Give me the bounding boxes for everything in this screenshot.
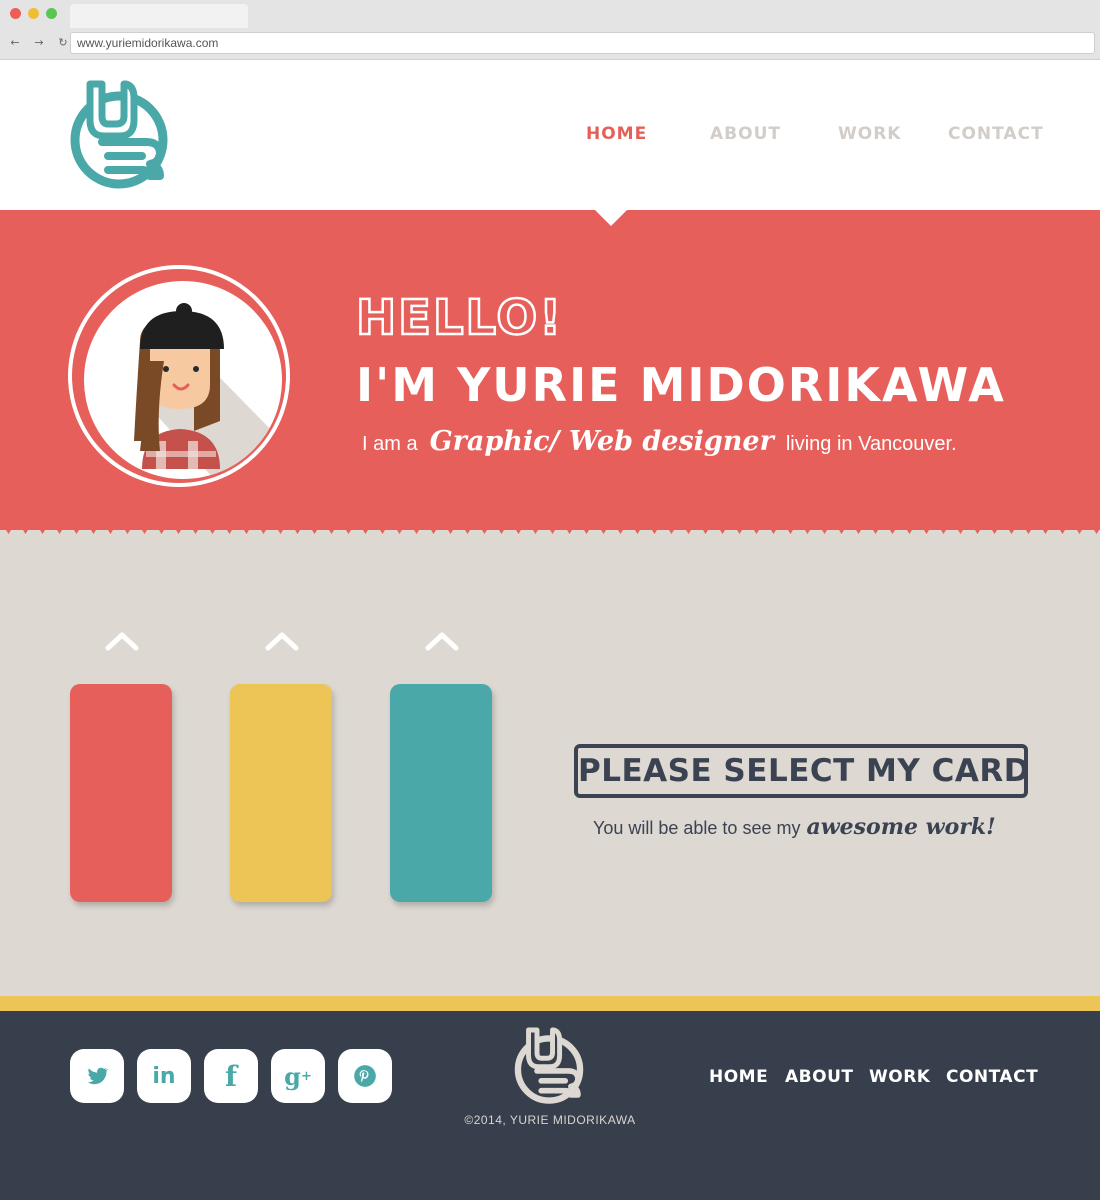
card-red[interactable] — [70, 684, 172, 902]
subtext-highlight: awesome work! — [806, 814, 996, 840]
footer-nav-home[interactable]: HOME — [709, 1067, 785, 1087]
reload-icon[interactable]: ↻ — [56, 36, 70, 50]
minimize-window-button[interactable] — [28, 8, 39, 19]
footer-nav-about[interactable]: ABOUT — [785, 1067, 869, 1087]
browser-nav-buttons: ← → ↻ — [8, 36, 70, 50]
nav-about[interactable]: ABOUT — [710, 124, 838, 144]
girl-illustration-icon — [134, 303, 282, 479]
hero-greeting: HELLO! — [356, 289, 563, 344]
select-card-subtext: You will be able to see my awesome work! — [593, 814, 996, 840]
browser-tab[interactable] — [70, 4, 248, 28]
card-slot-3 — [390, 630, 494, 902]
google-plus-icon[interactable]: g + — [271, 1049, 325, 1103]
close-window-button[interactable] — [10, 8, 21, 19]
nav-work[interactable]: WORK — [838, 124, 948, 144]
hero-tagline: I am a Graphic/ Web designer living in V… — [362, 426, 957, 457]
site-header: HOME ABOUT WORK CONTACT — [0, 60, 1100, 210]
window-controls — [10, 8, 57, 19]
select-card-prompt: PLEASE SELECT MY CARD — [574, 744, 1030, 798]
tagline-highlight: Graphic/ Web designer — [429, 426, 774, 457]
card-yellow[interactable] — [230, 684, 332, 902]
card-slot-1 — [70, 630, 174, 902]
pinterest-icon[interactable] — [338, 1049, 392, 1103]
chevron-up-icon[interactable] — [425, 630, 459, 652]
twitter-icon[interactable] — [70, 1049, 124, 1103]
footer-nav: HOME ABOUT WORK CONTACT — [709, 1067, 1038, 1087]
tagline-suffix: living in Vancouver. — [785, 433, 957, 455]
facebook-icon[interactable]: f — [204, 1049, 258, 1103]
subtext-prefix: You will be able to see my — [593, 818, 801, 838]
site-footer: in f g + ©2014, YURIE MIDORIKAWA HOME ABO… — [0, 1011, 1100, 1200]
nav-home[interactable]: HOME — [586, 124, 710, 144]
copyright-text: ©2014, YURIE MIDORIKAWA — [464, 1113, 636, 1127]
footer-nav-contact[interactable]: CONTACT — [946, 1067, 1038, 1087]
chevron-up-icon[interactable] — [265, 630, 299, 652]
card-teal[interactable] — [390, 684, 492, 902]
maximize-window-button[interactable] — [46, 8, 57, 19]
cards-section: PLEASE SELECT MY CARD You will be able t… — [0, 530, 1100, 996]
footer-nav-work[interactable]: WORK — [869, 1067, 946, 1087]
social-links: in f g + — [70, 1049, 392, 1103]
svg-text:HELLO!: HELLO! — [356, 290, 563, 344]
browser-chrome: ← → ↻ www.yuriemidorikawa.com — [0, 0, 1100, 60]
address-bar[interactable]: www.yuriemidorikawa.com — [70, 32, 1095, 54]
footer-stripe — [0, 996, 1100, 1011]
arrow-right-icon[interactable]: → — [32, 36, 46, 50]
zigzag-divider — [0, 520, 1100, 534]
card-slot-2 — [230, 630, 334, 902]
nav-indicator-notch — [595, 210, 627, 226]
chevron-up-icon[interactable] — [105, 630, 139, 652]
nav-contact[interactable]: CONTACT — [948, 124, 1044, 144]
main-nav: HOME ABOUT WORK CONTACT — [586, 124, 1044, 144]
avatar — [68, 265, 290, 487]
yb-logo-icon[interactable] — [513, 1027, 585, 1105]
arrow-left-icon[interactable]: ← — [8, 36, 22, 50]
avatar-illustration — [84, 281, 282, 479]
tagline-prefix: I am a — [362, 433, 418, 455]
yb-logo-icon[interactable] — [68, 80, 170, 190]
linkedin-icon[interactable]: in — [137, 1049, 191, 1103]
hero-name: I'M YURIE MIDORIKAWA — [356, 358, 1006, 412]
